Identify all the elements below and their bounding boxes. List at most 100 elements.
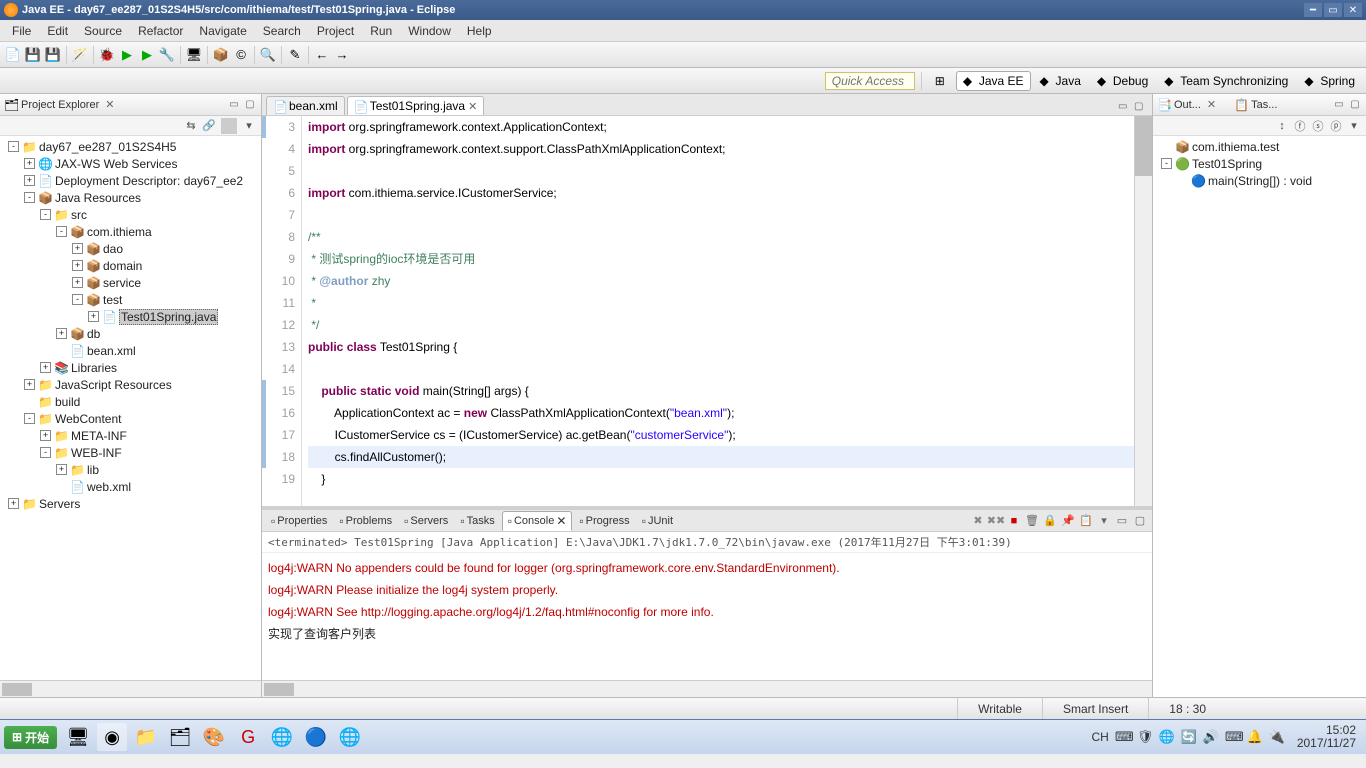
perspective-team-synchronizing[interactable]: ◆Team Synchronizing [1157, 71, 1295, 91]
menu-help[interactable]: Help [459, 22, 500, 40]
outline-tree[interactable]: 📦com.ithiema.test-🟢Test01Spring🔵main(Str… [1153, 136, 1366, 697]
tray-security-icon[interactable]: 🛡 [1137, 729, 1153, 745]
menu-project[interactable]: Project [309, 22, 362, 40]
outline-node[interactable]: -🟢Test01Spring [1153, 155, 1366, 172]
chrome2-task-icon[interactable]: 🌐 [335, 723, 365, 751]
tray-power-icon[interactable]: 🔌 [1269, 729, 1285, 745]
tree-node[interactable]: -📁src [0, 206, 261, 223]
item-label[interactable]: JavaScript Resources [55, 378, 172, 392]
expander-icon[interactable]: + [24, 175, 35, 186]
item-label[interactable]: WEB-INF [71, 446, 122, 460]
folder-task-icon[interactable]: 🗂 [165, 723, 195, 751]
expander-icon[interactable]: + [56, 464, 67, 475]
console-output[interactable]: log4j:WARN No appenders could be found f… [262, 553, 1152, 680]
notes-task-icon[interactable]: G [233, 723, 263, 751]
item-label[interactable]: src [71, 208, 87, 222]
menu-window[interactable]: Window [400, 22, 459, 40]
editor-maximize-icon[interactable]: ▢ [1134, 101, 1148, 115]
open-console-icon[interactable]: ▾ [1096, 513, 1112, 529]
terminate-icon[interactable]: ■ [1006, 513, 1022, 529]
collapse-all-icon[interactable]: ⇆ [183, 118, 199, 134]
maximize-button[interactable]: ▭ [1324, 3, 1342, 17]
expander-icon[interactable]: - [24, 192, 35, 203]
new-server-icon[interactable]: 🖥 [185, 46, 203, 64]
menu-source[interactable]: Source [76, 22, 130, 40]
view-menu-icon[interactable]: ▾ [1346, 118, 1362, 134]
tree-node[interactable]: +📄Test01Spring.java [0, 308, 261, 325]
bottom-tab-problems[interactable]: ▫Problems [334, 512, 397, 530]
view-maximize-icon[interactable]: ▢ [1132, 513, 1148, 529]
expander-icon[interactable]: + [40, 430, 51, 441]
perspective-spring[interactable]: ◆Spring [1297, 71, 1362, 91]
project-tree[interactable]: -📁day67_ee287_01S2S4H5+🌐JAX-WS Web Servi… [0, 136, 261, 680]
item-label[interactable]: com.ithiema [87, 225, 152, 239]
expander-icon[interactable]: + [72, 277, 83, 288]
tree-node[interactable]: +📁JavaScript Resources [0, 376, 261, 393]
tree-node[interactable]: -📦com.ithiema [0, 223, 261, 240]
view-close-icon[interactable]: ✕ [1207, 98, 1216, 111]
tray-refresh-icon[interactable]: 🔄 [1181, 729, 1197, 745]
save-icon[interactable]: 💾 [24, 46, 42, 64]
item-label[interactable]: bean.xml [87, 344, 136, 358]
perspective-debug[interactable]: ◆Debug [1090, 71, 1155, 91]
item-label[interactable]: dao [103, 242, 123, 256]
expander-icon[interactable]: - [40, 447, 51, 458]
menu-refactor[interactable]: Refactor [130, 22, 191, 40]
item-label[interactable]: test [103, 293, 122, 307]
item-label[interactable]: Test01Spring.java [119, 309, 218, 325]
tree-node[interactable]: +📄Deployment Descriptor: day67_ee2 [0, 172, 261, 189]
item-label[interactable]: WebContent [55, 412, 122, 426]
start-button[interactable]: ⊞ 开始 [4, 726, 57, 749]
filter-fields-icon[interactable]: ⓕ [1292, 118, 1308, 134]
expander-icon[interactable]: + [24, 379, 35, 390]
item-label[interactable]: META-INF [71, 429, 127, 443]
menu-search[interactable]: Search [255, 22, 309, 40]
tray-kb2-icon[interactable]: ⌨ [1225, 729, 1241, 745]
item-label[interactable]: db [87, 327, 100, 341]
clear-console-icon[interactable]: 🗑 [1024, 513, 1040, 529]
item-label[interactable]: JAX-WS Web Services [55, 157, 177, 171]
scroll-lock-icon[interactable]: 🔒 [1042, 513, 1058, 529]
view-maximize-icon[interactable]: ▢ [1348, 98, 1362, 112]
view-minimize-icon[interactable]: ▭ [1332, 98, 1346, 112]
run-icon[interactable]: ▶ [118, 46, 136, 64]
quick-access-input[interactable] [825, 72, 915, 90]
back-icon[interactable]: ← [313, 46, 331, 64]
tree-node[interactable]: -📦test [0, 291, 261, 308]
tree-node[interactable]: +📁META-INF [0, 427, 261, 444]
expander-icon[interactable]: - [56, 226, 67, 237]
tray-volume-icon[interactable]: 🔊 [1203, 729, 1219, 745]
tree-node[interactable]: 📄web.xml [0, 478, 261, 495]
perspective-java-ee[interactable]: ◆Java EE [956, 71, 1031, 91]
item-label[interactable]: domain [103, 259, 142, 273]
new-class-icon[interactable]: © [232, 46, 250, 64]
horizontal-scrollbar[interactable] [0, 680, 261, 697]
tree-node[interactable]: -📁WEB-INF [0, 444, 261, 461]
debug-icon[interactable]: 🐞 [98, 46, 116, 64]
tree-node[interactable]: +📁Servers [0, 495, 261, 512]
wizard-icon[interactable]: 🪄 [71, 46, 89, 64]
filter-static-icon[interactable]: ⓢ [1310, 118, 1326, 134]
display-selected-icon[interactable]: 📋 [1078, 513, 1094, 529]
tree-node[interactable]: -📦Java Resources [0, 189, 261, 206]
tree-node[interactable]: +🌐JAX-WS Web Services [0, 155, 261, 172]
tree-node[interactable]: 📁build [0, 393, 261, 410]
view-menu-icon[interactable]: ▾ [241, 118, 257, 134]
expander-icon[interactable]: + [56, 328, 67, 339]
tree-node[interactable]: 📄bean.xml [0, 342, 261, 359]
item-label[interactable]: Deployment Descriptor: day67_ee2 [55, 174, 243, 188]
menu-navigate[interactable]: Navigate [191, 22, 254, 40]
paint-task-icon[interactable]: 🎨 [199, 723, 229, 751]
horizontal-scrollbar[interactable] [262, 680, 1152, 697]
pin-console-icon[interactable]: 📌 [1060, 513, 1076, 529]
editor-tab[interactable]: 📄Test01Spring.java✕ [347, 96, 485, 115]
item-label[interactable]: Java Resources [55, 191, 141, 205]
bottom-tab-console[interactable]: ▫Console ✕ [502, 511, 573, 531]
minimize-button[interactable]: ━ [1304, 3, 1322, 17]
close-icon[interactable]: ✕ [468, 100, 477, 113]
external-tools-icon[interactable]: 🔧 [158, 46, 176, 64]
tree-node[interactable]: +📦dao [0, 240, 261, 257]
vertical-scrollbar[interactable] [1134, 116, 1152, 506]
new-icon[interactable]: 📄 [4, 46, 22, 64]
tree-node[interactable]: -📁WebContent [0, 410, 261, 427]
